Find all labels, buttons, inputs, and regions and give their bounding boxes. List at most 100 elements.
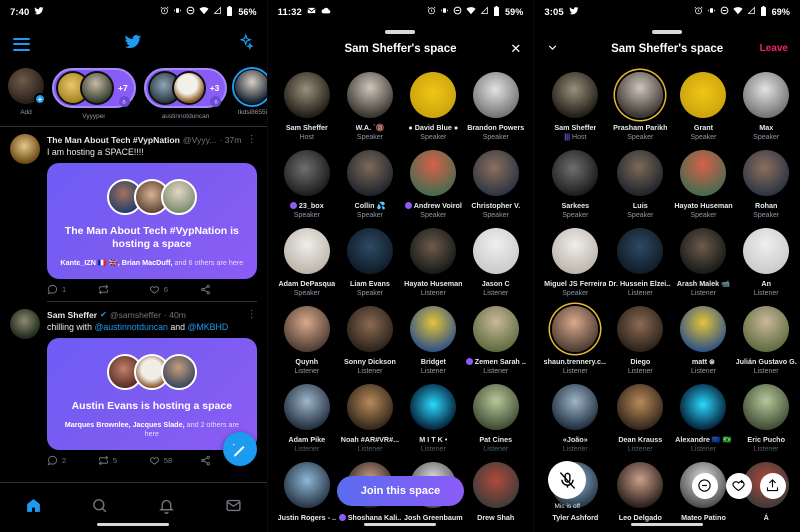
participant-cell[interactable]: Alexandre 🇪🇺 🇧🇷 Listener [674,383,732,453]
participant-cell[interactable]: M I T K • Listener [404,383,463,453]
participant-avatar[interactable] [552,149,599,196]
tab-messages[interactable] [225,497,242,519]
participant-cell[interactable]: Miguel JS Ferreira Speaker [544,227,606,297]
participant-avatar[interactable] [346,383,393,430]
participant-avatar[interactable] [617,149,664,196]
participant-cell[interactable]: Hayato Huseman Speaker [674,149,733,219]
participant-cell[interactable]: Grant Speaker [674,71,732,141]
like-action[interactable]: 6 [149,284,200,295]
reply-action[interactable]: 1 [47,284,98,295]
leave-space-button[interactable]: Leave [760,43,788,54]
participant-cell[interactable]: ● David Blue ● Speaker [404,71,463,141]
tab-search[interactable] [91,497,108,519]
participant-cell[interactable]: Noah #AR#VR#... Listener [339,383,401,453]
participant-avatar[interactable] [617,305,664,352]
participant-avatar[interactable] [680,71,727,118]
participant-cell[interactable]: Prasham Parikh Speaker [609,71,671,141]
participant-cell[interactable]: Max Speaker [736,71,797,141]
participant-cell[interactable]: matt ⊛ Listener [674,305,732,375]
participant-cell[interactable]: Adam Pike Listener [278,383,336,453]
participant-avatar[interactable] [346,149,393,196]
close-icon[interactable]: ✕ [510,42,521,55]
participant-avatar[interactable] [472,149,519,196]
participant-avatar[interactable] [472,305,519,352]
participant-avatar[interactable] [410,149,457,196]
fleet-add[interactable]: + Add [8,68,46,116]
participant-cell[interactable]: Adam DePasqua Speaker [278,227,336,297]
participant-cell[interactable]: Diego Listener [609,305,671,375]
participant-cell[interactable]: Andrew Voirol Speaker [404,149,463,219]
participant-cell[interactable]: Luis Speaker [609,149,671,219]
participant-avatar[interactable] [552,305,599,352]
participant-cell[interactable]: Liam Evans Speaker [339,227,401,297]
fleet-tkdsl8655i[interactable]: tkdsl8655i [232,67,267,116]
participant-avatar[interactable] [346,305,393,352]
participant-avatar[interactable] [743,149,790,196]
participant-cell[interactable]: Collin 💦 Speaker [339,149,401,219]
compose-tweet-button[interactable] [222,432,257,466]
participant-avatar[interactable] [552,71,599,118]
participant-avatar[interactable] [410,227,457,274]
mention-link[interactable]: @MKBHD [188,322,229,332]
participant-avatar[interactable] [410,71,457,118]
participant-avatar[interactable] [680,383,727,430]
participant-cell[interactable]: Sarkees Speaker [544,149,606,219]
participant-cell[interactable]: shaun.trennery.c... Listener [544,305,606,375]
participant-avatar[interactable] [743,71,790,118]
participant-avatar[interactable] [552,227,599,274]
participant-avatar[interactable] [617,71,664,118]
participant-avatar[interactable] [743,227,790,274]
participant-cell[interactable]: Dean Krauss Listener [609,383,671,453]
participant-avatar[interactable] [743,383,790,430]
participant-cell[interactable]: Sam Sheffer ||| Host [544,71,606,141]
tweet-item[interactable]: The Man About Tech #VypNation @Vyyy... ·… [0,127,267,303]
retweet-action[interactable] [98,284,149,295]
fleet-space-vyyyper[interactable]: +7 Vyyyper [52,68,136,120]
participant-cell[interactable]: Pat Cines Listener [466,383,526,453]
like-action[interactable]: 58 [149,455,200,466]
participant-avatar[interactable] [346,71,393,118]
participant-avatar[interactable] [283,149,330,196]
tab-home[interactable] [25,497,42,519]
participant-cell[interactable]: Sonny Dickson Listener [339,305,401,375]
tweet-more-icon[interactable]: ⋮ [247,134,257,145]
participant-cell[interactable]: Brandon Powers Speaker [466,71,526,141]
participant-avatar[interactable] [743,305,790,352]
tab-notifications[interactable] [158,497,175,519]
participant-avatar[interactable] [680,305,727,352]
participant-cell[interactable]: Rohan Speaker [736,149,797,219]
participant-cell[interactable]: «João» Listener [544,383,606,453]
participant-cell[interactable]: Zemen Sarah .. Listener [465,305,526,375]
participant-cell[interactable]: W.A. ˋ🔞 Speaker [339,71,401,141]
fleet-space-austinnotduncan[interactable]: +3 austinnotduncan [143,68,228,120]
join-space-button[interactable]: Join this space [336,476,465,506]
mic-off-button[interactable] [548,461,587,499]
retweet-action[interactable]: 5 [98,455,149,466]
participant-cell[interactable]: Arash Malek 📹 Listener [674,227,732,297]
participant-cell[interactable]: 23_box Speaker [278,149,336,219]
participant-avatar[interactable] [472,383,519,430]
reply-action[interactable]: 2 [47,455,98,466]
space-card[interactable]: Austin Evans is hosting a space Marques … [47,338,257,451]
participant-avatar[interactable] [680,227,727,274]
participant-cell[interactable]: Quynh Listener [278,305,336,375]
participant-cell[interactable]: Bridget Listener [404,305,463,375]
participant-avatar[interactable] [283,227,330,274]
sparkle-icon[interactable] [236,32,254,56]
hamburger-menu-icon[interactable] [13,37,30,51]
participant-avatar[interactable] [410,305,457,352]
participant-cell[interactable]: Christopher V. Speaker [466,149,526,219]
participant-avatar[interactable] [552,383,599,430]
participant-cell[interactable]: Hayato Huseman Listener [404,227,463,297]
participant-cell[interactable]: Eric Pucho Listener [736,383,797,453]
chevron-down-icon[interactable] [546,41,559,57]
participant-avatar[interactable] [472,71,519,118]
participant-avatar[interactable] [410,383,457,430]
participant-avatar[interactable] [472,227,519,274]
fleets-row[interactable]: + Add +7 Vyyyper +3 austinnotduncan tkds… [0,64,267,122]
share-action[interactable] [200,284,251,295]
tweet-more-icon[interactable]: ⋮ [247,309,257,320]
share-space-button[interactable] [759,472,786,499]
request-to-speak-button[interactable] [691,472,718,499]
avatar[interactable] [10,309,40,340]
